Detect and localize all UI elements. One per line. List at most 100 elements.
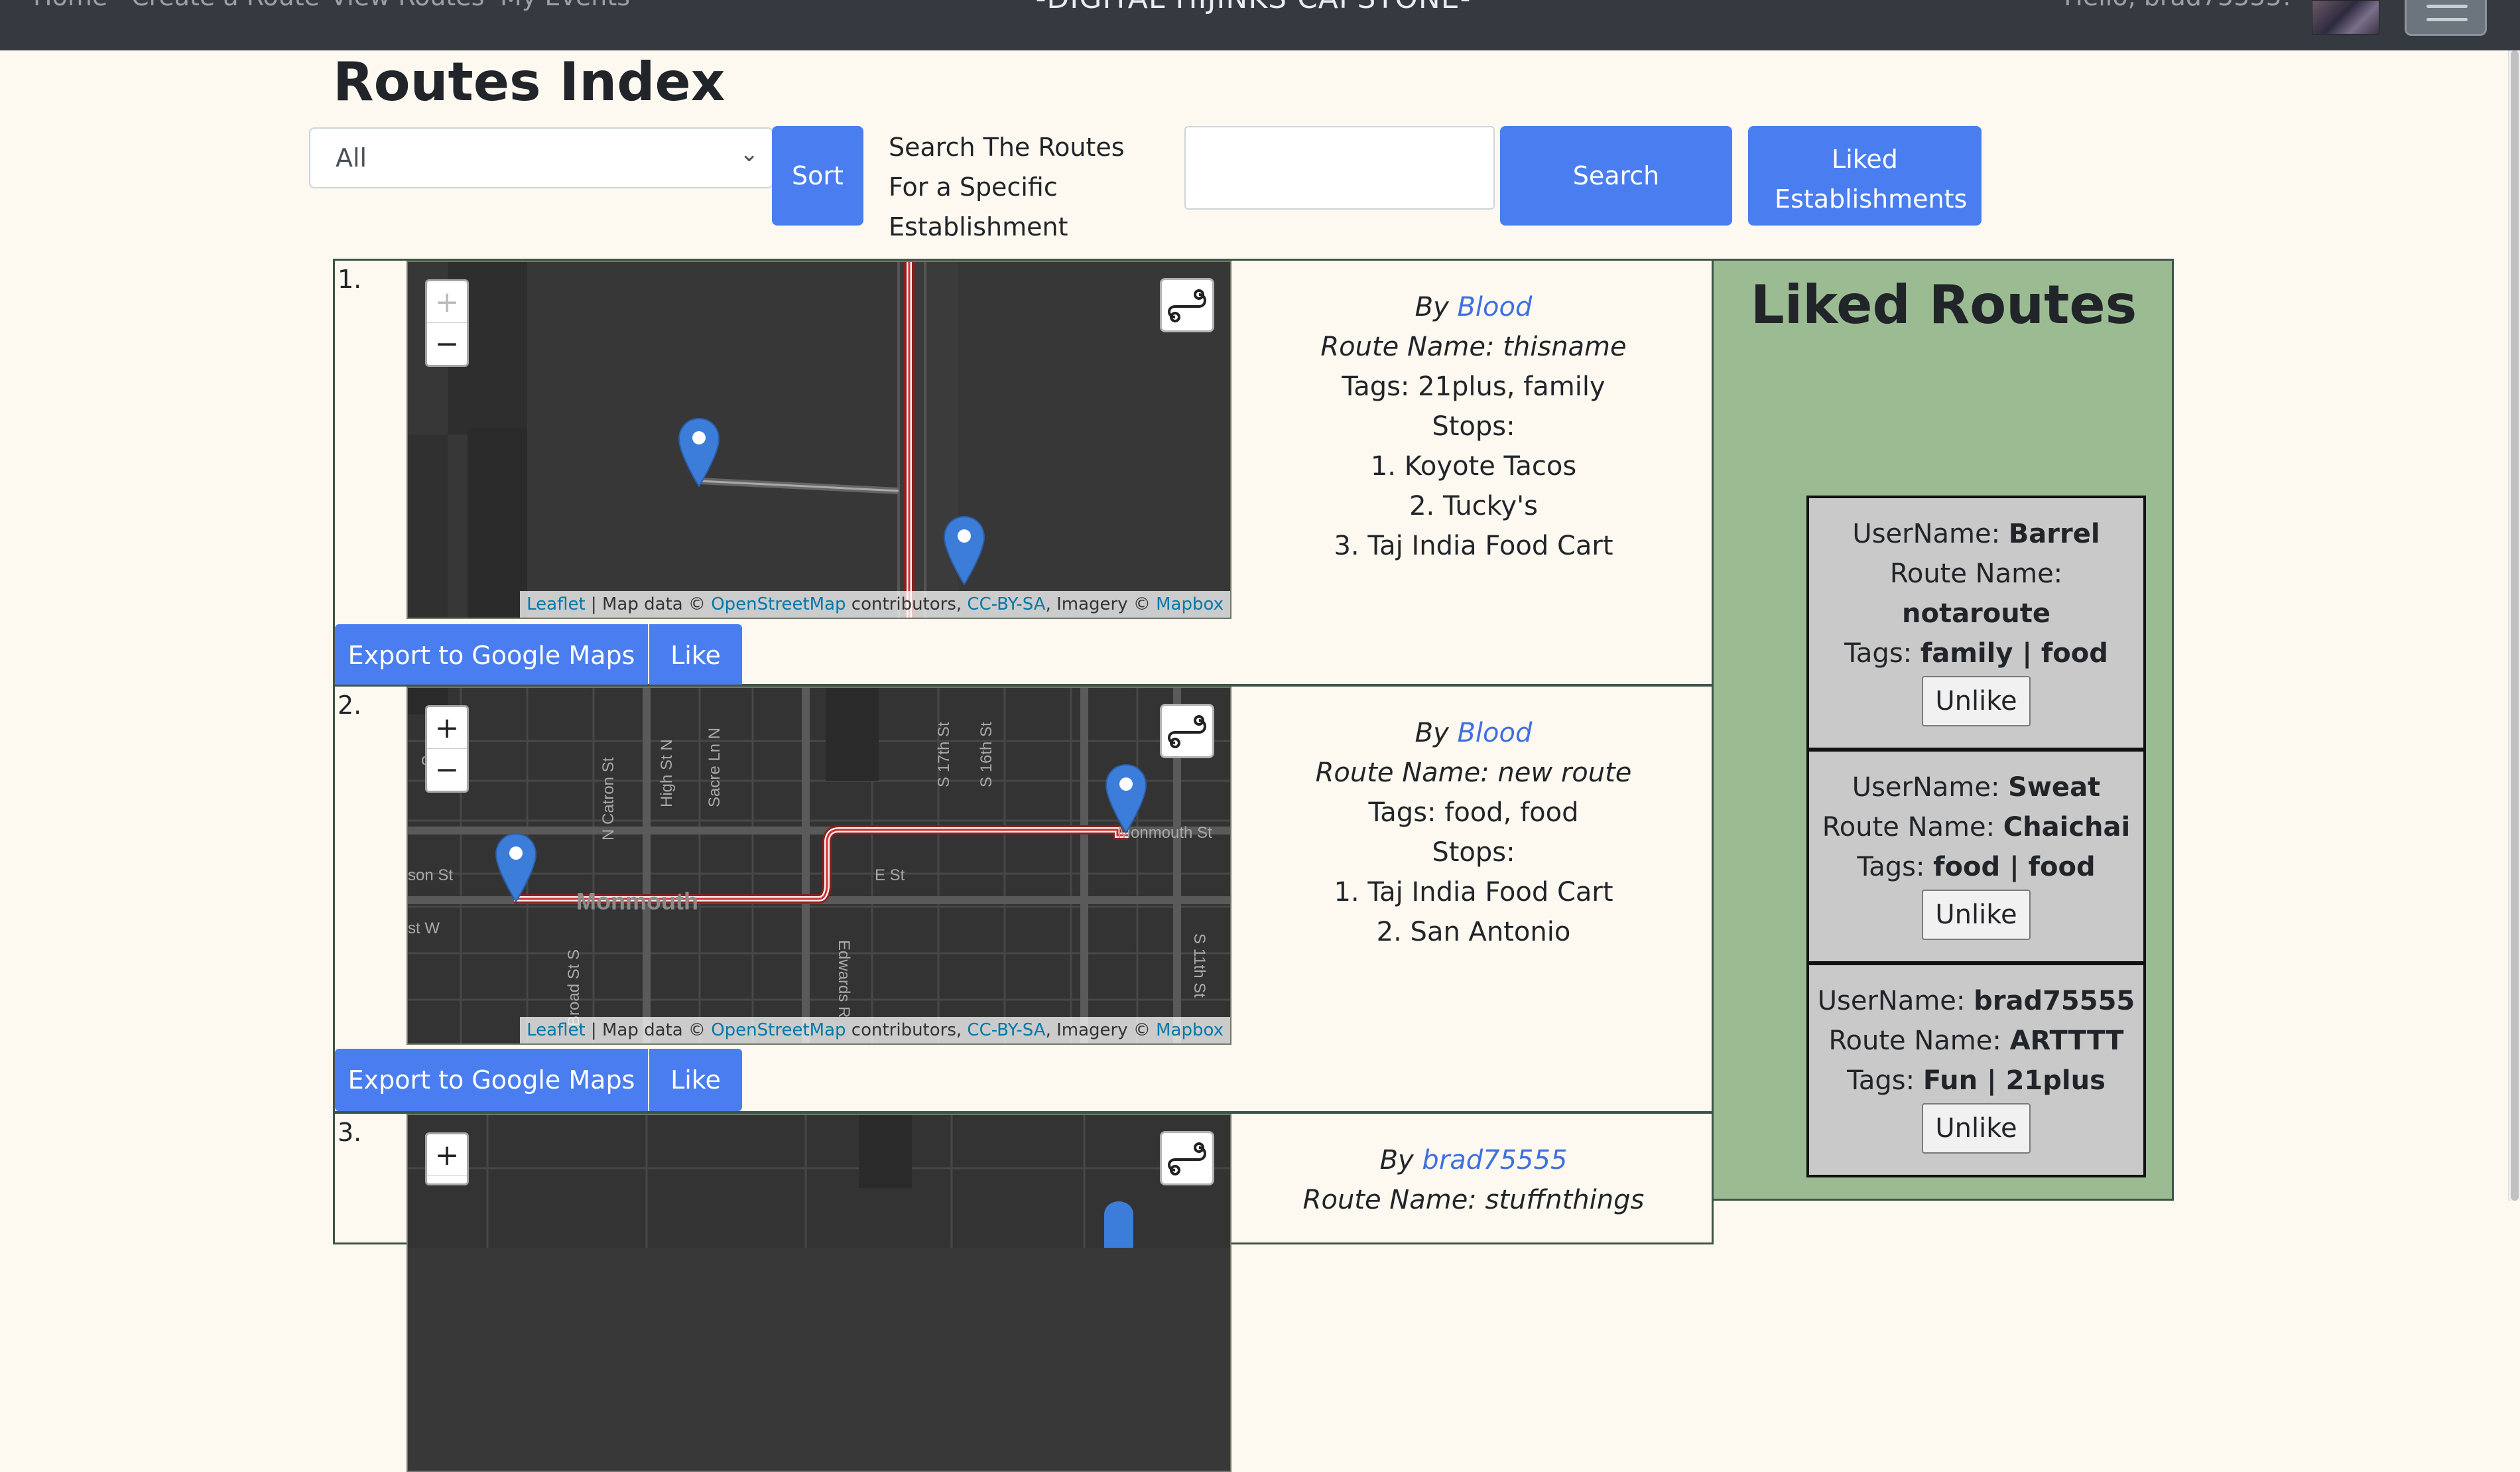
export-google-maps-button[interactable]: Export to Google Maps xyxy=(335,624,648,687)
zoom-out-button[interactable]: − xyxy=(427,323,467,365)
stop-item: 1. Taj India Food Cart xyxy=(1334,877,1613,907)
tags-label: Tags: xyxy=(1847,1065,1923,1096)
route-number: 2. xyxy=(338,691,362,720)
attribution-text: , Imagery © xyxy=(1045,594,1157,614)
username-value: brad75555 xyxy=(1974,986,2135,1016)
liked-establishments-button[interactable]: Liked Establishments xyxy=(1748,126,1982,226)
zoom-out-button[interactable]: − xyxy=(427,749,467,791)
street-label: S 16th St xyxy=(977,722,995,787)
liked-route-label: Route Name: xyxy=(1889,559,2063,589)
page-title: Routes Index xyxy=(333,51,725,113)
mapbox-link[interactable]: Mapbox xyxy=(1156,1020,1224,1040)
route-map[interactable]: N Catron St High St N Sacre Ln N S 17th … xyxy=(407,687,1231,1045)
liked-username: UserName: brad75555 xyxy=(1809,981,2143,1021)
liked-route-card: UserName: Barrel Route Name: notaroute T… xyxy=(1806,496,2146,750)
osm-link[interactable]: OpenStreetMap xyxy=(711,594,846,614)
liked-username: UserName: Sweat xyxy=(1809,768,2143,807)
liked-tags: Tags: food | food xyxy=(1809,847,2143,887)
route-details: By Blood Route Name: thisname Tags: 21pl… xyxy=(1231,287,1716,566)
map-marker-icon[interactable] xyxy=(677,417,721,489)
liked-route-card: UserName: Sweat Route Name: Chaichai Tag… xyxy=(1806,749,2146,964)
page-scrollbar[interactable] xyxy=(2508,50,2520,1201)
stops-label: Stops: xyxy=(1432,411,1515,442)
stops-label: Stops: xyxy=(1432,837,1515,868)
mapbox-link[interactable]: Mapbox xyxy=(1156,594,1224,614)
route-tags: Tags: 21plus, family xyxy=(1342,371,1606,402)
stop-item: 1. Koyote Tacos xyxy=(1370,451,1577,482)
unlike-button[interactable]: Unlike xyxy=(1922,890,2031,940)
sort-button[interactable]: Sort xyxy=(772,126,863,226)
routing-icon[interactable] xyxy=(1160,1131,1214,1185)
street-label: S 17th St xyxy=(935,722,953,787)
top-navbar: Home Create a Route View Routes My Event… xyxy=(0,0,2520,50)
avatar[interactable] xyxy=(2312,0,2379,34)
street-label: st W xyxy=(408,919,440,937)
attribution-text: contributors, xyxy=(846,1020,968,1040)
author-link[interactable]: Blood xyxy=(1457,718,1532,748)
like-route-button[interactable]: Like xyxy=(649,1049,742,1111)
search-label: Search The Routes For a Specific Establi… xyxy=(889,133,1125,241)
route-card: 1. + − Leaflet | Map data © OpenStreetMa… xyxy=(333,259,1716,687)
username-value: Sweat xyxy=(2008,772,2101,803)
zoom-in-button[interactable]: + xyxy=(427,707,467,749)
route-label: Route Name: xyxy=(1828,1026,2001,1056)
unlike-button[interactable]: Unlike xyxy=(1922,676,2031,726)
username-label: UserName: xyxy=(1852,519,2009,549)
license-link[interactable]: CC-BY-SA xyxy=(967,1020,1045,1040)
tag-filter-select[interactable]: All ⌄ xyxy=(309,127,773,188)
street-label: Sacre Ln N xyxy=(706,728,724,807)
map-zoom-control: + xyxy=(425,1132,469,1185)
map-marker-icon[interactable] xyxy=(1104,764,1148,835)
routing-icon[interactable] xyxy=(1160,278,1214,332)
route-number: 1. xyxy=(338,265,362,294)
route-map[interactable]: + − Leaflet | Map data © OpenStreetMap c… xyxy=(407,261,1231,619)
tags-value: Fun | 21plus xyxy=(1922,1065,2106,1096)
liked-tags: Tags: Fun | 21plus xyxy=(1809,1061,2143,1101)
liked-route-name: Route Name: Chaichai xyxy=(1809,807,2143,847)
street-label: S 11th St xyxy=(1190,933,1208,998)
hamburger-icon-bar xyxy=(2426,18,2468,21)
unlike-button[interactable]: Unlike xyxy=(1922,1103,2031,1154)
like-route-button[interactable]: Like xyxy=(649,624,742,687)
author-link[interactable]: brad75555 xyxy=(1422,1145,1567,1175)
route-card: 3. + By brad75555 Route Name: stuffnthin… xyxy=(333,1112,1714,1472)
scrollbar-thumb[interactable] xyxy=(2511,50,2519,1201)
export-google-maps-button[interactable]: Export to Google Maps xyxy=(335,1049,648,1111)
username-label: UserName: xyxy=(1817,986,1974,1016)
tags-label: Tags: xyxy=(1844,638,1921,669)
liked-tags: Tags: family | food xyxy=(1809,634,2143,673)
leaflet-link[interactable]: Leaflet xyxy=(527,1020,586,1040)
map-marker-icon[interactable] xyxy=(494,833,538,904)
zoom-in-button[interactable]: + xyxy=(427,281,467,323)
street-label: N Catron St xyxy=(599,757,617,840)
route-number: 3. xyxy=(338,1118,362,1147)
liked-route-card: UserName: brad75555 Route Name: ARTTTT T… xyxy=(1806,963,2146,1177)
street-label: Edwards R xyxy=(835,940,853,1018)
map-zoom-control: + − xyxy=(425,279,469,367)
map-marker-icon[interactable] xyxy=(942,515,986,587)
route-author: By Blood xyxy=(1231,713,1716,753)
tags-label: Tags: xyxy=(1857,852,1934,882)
route-name-value: ARTTTT xyxy=(2009,1026,2124,1056)
route-name: Route Name: stuffnthings xyxy=(1302,1185,1645,1215)
username-value: Barrel xyxy=(2008,519,2100,549)
menu-toggle-button[interactable] xyxy=(2405,0,2487,36)
street-label: Broad St S xyxy=(565,949,583,1026)
author-prefix: By xyxy=(1379,1145,1422,1175)
zoom-in-button[interactable]: + xyxy=(427,1134,467,1176)
map-tiles xyxy=(408,262,1230,618)
route-map[interactable]: + xyxy=(407,1114,1231,1472)
leaflet-link[interactable]: Leaflet xyxy=(527,594,586,614)
osm-link[interactable]: OpenStreetMap xyxy=(711,1020,846,1040)
route-author: By Blood xyxy=(1231,287,1716,327)
stop-item: 3. Taj India Food Cart xyxy=(1334,531,1613,561)
street-label: High St N xyxy=(658,739,676,807)
liked-route-name: Route Name: ARTTTT xyxy=(1809,1021,2143,1061)
map-zoom-control: + − xyxy=(425,705,469,793)
route-label: Route Name: xyxy=(1822,812,1995,842)
author-link[interactable]: Blood xyxy=(1457,292,1532,322)
routing-icon[interactable] xyxy=(1160,704,1214,758)
establishment-search-input[interactable] xyxy=(1184,126,1495,210)
license-link[interactable]: CC-BY-SA xyxy=(967,594,1045,614)
search-button[interactable]: Search xyxy=(1500,126,1732,226)
